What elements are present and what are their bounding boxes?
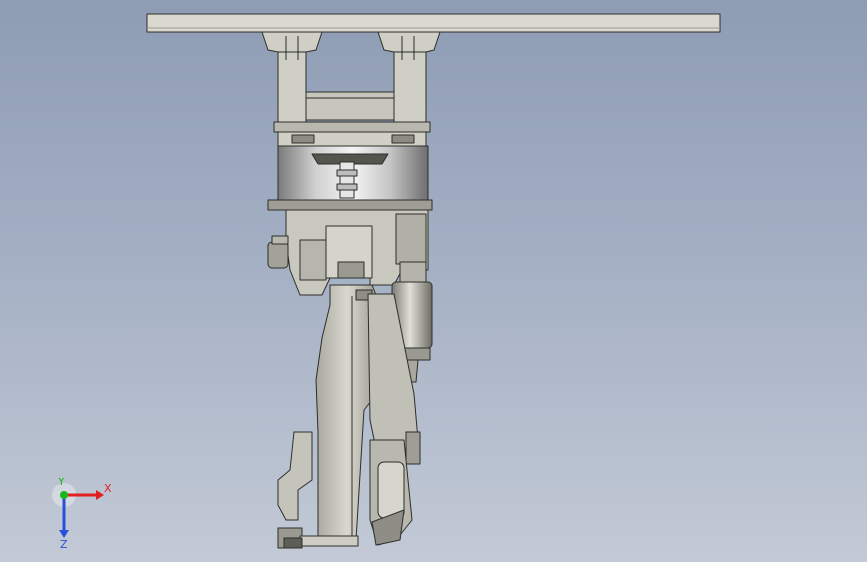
z-axis-arrowhead <box>59 530 69 538</box>
cad-viewport[interactable]: X Y Z <box>0 0 867 562</box>
base-flange <box>273 121 431 147</box>
x-axis-label: X <box>104 482 112 495</box>
shoulder-side-cap <box>267 235 289 269</box>
bracket-cross-beam <box>305 91 395 121</box>
forearm-wrist <box>369 439 413 546</box>
ceiling-mount-plate <box>146 13 721 33</box>
z-axis-label: Z <box>60 538 68 550</box>
y-axis-label: Y <box>57 478 65 488</box>
x-axis-arrowhead <box>96 490 104 500</box>
slewing-gear-ring <box>267 199 433 211</box>
y-axis-dot <box>60 491 68 499</box>
rotary-base-drum <box>277 145 429 201</box>
orientation-triad: X Y Z <box>52 478 112 550</box>
robot-model-view[interactable] <box>0 0 867 562</box>
